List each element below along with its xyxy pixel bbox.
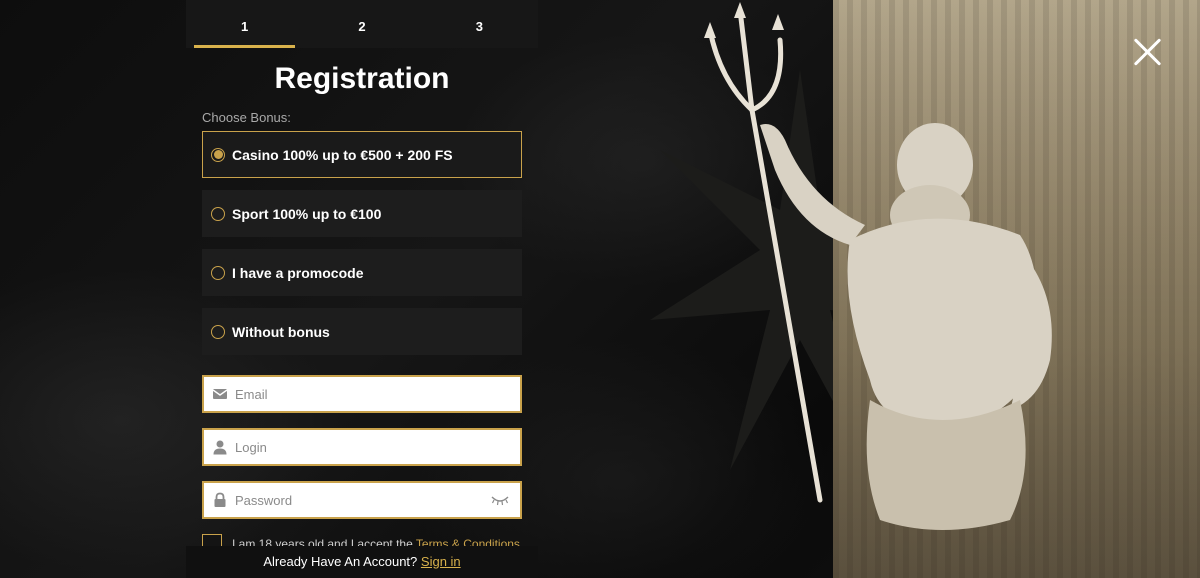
lock-icon (214, 492, 226, 507)
bonus-option-label: Sport 100% up to €100 (232, 205, 382, 222)
bonus-options: Casino 100% up to €500 + 200 FS Sport 10… (202, 131, 522, 367)
radio-icon (211, 265, 225, 280)
login-input[interactable] (235, 430, 520, 464)
radio-icon (211, 206, 225, 221)
password-field-wrapper (202, 481, 522, 519)
close-button[interactable] (1132, 36, 1164, 68)
step-tab-2[interactable]: 2 (303, 0, 420, 48)
radio-icon (211, 147, 225, 162)
bonus-option-promocode[interactable]: I have a promocode (202, 249, 522, 296)
already-account-text: Already Have An Account? (263, 554, 418, 569)
radio-icon (211, 324, 225, 339)
step-tab-1[interactable]: 1 (186, 0, 303, 48)
page-title: Registration (274, 62, 450, 95)
bonus-option-label: Casino 100% up to €500 + 200 FS (232, 146, 453, 163)
login-field-wrapper (202, 428, 522, 466)
poseidon-statue-image (704, 2, 1052, 530)
bonus-option-casino[interactable]: Casino 100% up to €500 + 200 FS (202, 131, 522, 178)
envelope-icon (212, 389, 228, 399)
bonus-option-label: Without bonus (232, 323, 330, 340)
step-tabs: 1 2 3 (186, 0, 538, 48)
email-input[interactable] (235, 377, 520, 411)
user-icon (213, 440, 227, 455)
bonus-option-sport[interactable]: Sport 100% up to €100 (202, 190, 522, 237)
registration-form: 1 2 3 Registration Choose Bonus: Casino … (186, 0, 538, 578)
bonus-option-label: I have a promocode (232, 264, 364, 281)
bonus-option-without[interactable]: Without bonus (202, 308, 522, 355)
eye-closed-icon[interactable] (490, 493, 510, 507)
signin-link[interactable]: Sign in (421, 554, 461, 569)
email-field-wrapper (202, 375, 522, 413)
password-input[interactable] (235, 483, 490, 517)
choose-bonus-label: Choose Bonus: (202, 110, 291, 125)
step-tab-3[interactable]: 3 (421, 0, 538, 48)
signin-footer: Already Have An Account? Sign in (186, 546, 538, 578)
